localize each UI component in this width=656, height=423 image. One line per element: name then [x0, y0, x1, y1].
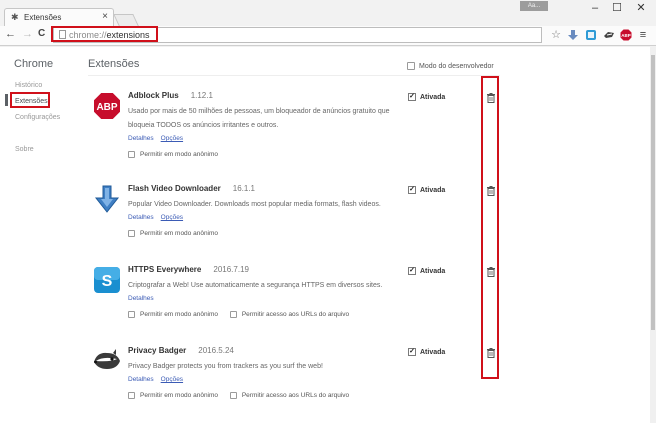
- badger-extension-icon[interactable]: [603, 29, 615, 41]
- incognito-checkbox[interactable]: [128, 151, 135, 158]
- extension-description: Usado por mais de 50 milhões de pessoas,…: [128, 108, 390, 129]
- sidebar-active-marker: [5, 94, 8, 106]
- developer-mode-checkbox[interactable]: [407, 62, 415, 70]
- extension-name: Flash Video Downloader 16.1.1: [128, 184, 256, 193]
- developer-mode-label: Modo do desenvolvedor: [419, 62, 494, 70]
- incognito-checkbox[interactable]: [128, 392, 135, 399]
- tab-extensions[interactable]: ✱ Extensões ×: [4, 8, 114, 26]
- details-link[interactable]: Detalhes: [128, 295, 154, 302]
- incognito-option[interactable]: Permitir em modo anônimo: [128, 151, 218, 158]
- extension-links: Detalhes Opções: [128, 376, 190, 383]
- enabled-checkbox[interactable]: ✓: [408, 186, 416, 194]
- enabled-toggle[interactable]: ✓ Ativada: [408, 93, 445, 101]
- bookmark-star-icon[interactable]: ☆: [550, 29, 562, 41]
- incognito-option[interactable]: Permitir em modo anônimo: [128, 392, 218, 399]
- extension-name: Privacy Badger 2016.5.24: [128, 346, 234, 355]
- maximize-button[interactable]: ☐: [604, 0, 630, 16]
- extension-version: 1.12.1: [190, 91, 213, 100]
- developer-mode-toggle[interactable]: Modo do desenvolvedor: [407, 62, 494, 70]
- options-link[interactable]: Opções: [161, 214, 183, 221]
- flash-video-downloader-icon: [94, 185, 120, 213]
- close-window-button[interactable]: ✕: [628, 0, 654, 16]
- sidebar-item-settings[interactable]: Configurações: [15, 114, 60, 121]
- scrollbar-thumb[interactable]: [651, 55, 655, 330]
- extension-version: 16.1.1: [232, 184, 256, 193]
- file-urls-checkbox[interactable]: [229, 311, 237, 318]
- extension-s-icon[interactable]: [585, 29, 597, 41]
- file-urls-checkbox[interactable]: [229, 392, 237, 399]
- incognito-checkbox[interactable]: [128, 311, 135, 318]
- trash-column-highlight-box: [481, 76, 499, 379]
- enabled-toggle[interactable]: ✓ Ativada: [408, 348, 445, 356]
- sidebar-highlight-box: [10, 92, 50, 108]
- extension-description: Criptografar a Web! Use automaticamente …: [128, 282, 383, 289]
- extensions-page: Chrome Histórico Extensões Configurações…: [0, 47, 650, 423]
- extension-version: 2016.5.24: [198, 346, 234, 355]
- sidebar-item-about[interactable]: Sobre: [15, 146, 34, 153]
- address-highlight-box: [51, 26, 158, 42]
- incognito-option[interactable]: Permitir em modo anônimo: [128, 230, 218, 237]
- forward-button[interactable]: →: [22, 28, 33, 40]
- sidebar-title: Chrome: [14, 58, 54, 70]
- extension-options: Permitir em modo anônimo: [128, 151, 228, 158]
- extension-item-privacy-badger: Privacy Badger 2016.5.24 Privacy Badger p…: [88, 346, 508, 423]
- sidebar-item-history[interactable]: Histórico: [15, 82, 42, 89]
- options-link[interactable]: Opções: [161, 135, 183, 142]
- file-urls-option[interactable]: Permitir acesso aos URLs do arquivo: [229, 311, 349, 318]
- extension-options: Permitir em modo anônimo Permitir acesso…: [128, 311, 359, 318]
- extension-options: Permitir em modo anônimo Permitir acesso…: [128, 392, 359, 399]
- extension-options: Permitir em modo anônimo: [128, 230, 228, 237]
- options-link[interactable]: Opções: [161, 376, 183, 383]
- page-title: Extensões: [88, 58, 140, 70]
- details-link[interactable]: Detalhes: [128, 214, 154, 221]
- extension-item-flash-video-downloader: Flash Video Downloader 16.1.1 Popular Vid…: [88, 184, 508, 264]
- reload-button[interactable]: C: [38, 28, 45, 39]
- extension-item-adblock-plus: ABP Adblock Plus 1.12.1 Usado por mais de…: [88, 91, 508, 171]
- details-link[interactable]: Detalhes: [128, 135, 154, 142]
- enabled-checkbox[interactable]: ✓: [408, 267, 416, 275]
- https-everywhere-icon: S: [94, 267, 120, 293]
- adblock-plus-icon: ABP: [93, 92, 121, 120]
- tab-title: Extensões: [24, 13, 62, 22]
- extension-description: Popular Video Downloader. Downloads most…: [128, 201, 381, 208]
- menu-icon[interactable]: ≡: [637, 29, 649, 41]
- extension-version: 2016.7.19: [213, 265, 249, 274]
- privacy-badger-icon: [94, 349, 120, 369]
- adblock-plus-toolbar-icon[interactable]: ABP: [620, 29, 632, 41]
- enabled-checkbox[interactable]: ✓: [408, 93, 416, 101]
- extension-links: Detalhes Opções: [128, 135, 190, 142]
- tab-close-button[interactable]: ×: [102, 11, 108, 22]
- extension-links: Detalhes: [128, 295, 161, 302]
- svg-text:S: S: [102, 273, 113, 290]
- new-tab-button[interactable]: [113, 14, 139, 26]
- extension-description: Privacy Badger protects you from tracker…: [128, 363, 323, 370]
- title-bar: ✱ Extensões × Aa... – ☐ ✕: [0, 0, 656, 26]
- extension-item-https-everywhere: S HTTPS Everywhere 2016.7.19 Criptografar…: [88, 265, 508, 345]
- profile-button[interactable]: Aa...: [520, 1, 548, 11]
- svg-text:ABP: ABP: [96, 102, 117, 113]
- puzzle-icon: ✱: [11, 12, 19, 22]
- details-link[interactable]: Detalhes: [128, 376, 154, 383]
- incognito-checkbox[interactable]: [128, 230, 135, 237]
- svg-text:ABP: ABP: [621, 33, 631, 38]
- enabled-checkbox[interactable]: ✓: [408, 348, 416, 356]
- extension-name: Adblock Plus 1.12.1: [128, 91, 213, 100]
- incognito-option[interactable]: Permitir em modo anônimo: [128, 311, 218, 318]
- extension-name: HTTPS Everywhere 2016.7.19: [128, 265, 249, 274]
- download-arrow-icon[interactable]: [567, 29, 579, 41]
- extension-links: Detalhes Opções: [128, 214, 190, 221]
- enabled-toggle[interactable]: ✓ Ativada: [408, 186, 445, 194]
- back-button[interactable]: ←: [5, 28, 16, 40]
- header-divider: [88, 75, 500, 76]
- file-urls-option[interactable]: Permitir acesso aos URLs do arquivo: [229, 392, 349, 399]
- enabled-toggle[interactable]: ✓ Ativada: [408, 267, 445, 275]
